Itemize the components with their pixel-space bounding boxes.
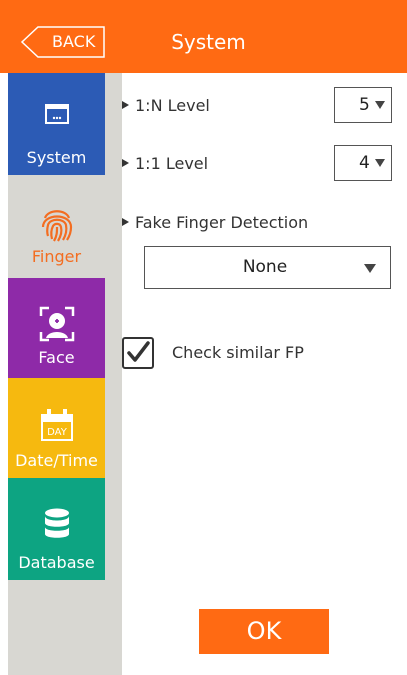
level-11-select[interactable]: 4: [334, 145, 392, 181]
fake-finger-value: None: [242, 257, 288, 277]
fake-finger-select[interactable]: None: [144, 246, 391, 289]
sidebar-item-label: Date/Time: [15, 451, 98, 470]
database-icon: [8, 508, 105, 542]
calendar-day-icon: DAY: [8, 408, 105, 442]
window-icon: [8, 103, 105, 137]
level-11-value: 4: [359, 153, 370, 173]
sidebar: System Finger Face DAY Date/Time Databas…: [8, 73, 122, 675]
sidebar-item-face[interactable]: Face: [8, 278, 105, 380]
sidebar-item-label: System: [26, 148, 87, 167]
fingerprint-icon: [8, 205, 105, 242]
sidebar-item-system[interactable]: System: [8, 73, 105, 175]
sidebar-item-database[interactable]: Database: [8, 478, 105, 580]
sidebar-item-label: Face: [38, 348, 75, 367]
level-1n-value: 5: [359, 95, 370, 115]
sidebar-item-date-time[interactable]: DAY Date/Time: [8, 378, 105, 480]
level-11-label: 1:1 Level: [122, 154, 208, 173]
bullet-triangle-icon: [122, 218, 129, 226]
sidebar-item-label: Database: [18, 553, 95, 572]
fake-finger-label: Fake Finger Detection: [122, 213, 308, 232]
top-bar: BACK System: [0, 0, 407, 73]
level-1n-select[interactable]: 5: [334, 87, 392, 123]
ok-button[interactable]: OK: [199, 609, 329, 654]
bullet-triangle-icon: [122, 159, 129, 167]
dropdown-caret-icon: [375, 159, 385, 167]
check-similar-label: Check similar FP: [172, 343, 304, 362]
level-1n-label: 1:N Level: [122, 96, 210, 115]
bullet-triangle-icon: [122, 101, 129, 109]
dropdown-caret-icon: [364, 264, 376, 273]
sidebar-item-finger[interactable]: Finger: [8, 177, 105, 279]
page-title: System: [171, 30, 246, 54]
dropdown-caret-icon: [375, 101, 385, 109]
face-scan-icon: [8, 306, 105, 342]
calendar-icon-text: DAY: [47, 427, 68, 438]
sidebar-item-label: Finger: [31, 247, 82, 266]
checkmark-icon: [127, 341, 150, 362]
check-similar-checkbox[interactable]: [122, 337, 154, 369]
